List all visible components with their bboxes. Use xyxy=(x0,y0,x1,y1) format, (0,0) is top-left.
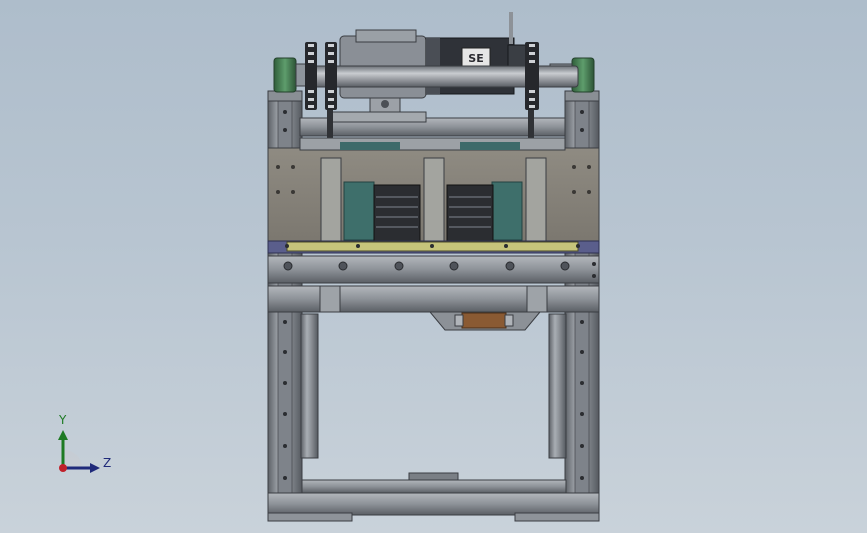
right-sprocket[interactable] xyxy=(525,42,539,110)
base-frame[interactable] xyxy=(267,472,600,522)
left-inner-upright[interactable] xyxy=(300,313,319,459)
machine-assembly-model[interactable]: SE xyxy=(0,0,867,533)
right-inner-upright[interactable] xyxy=(548,313,567,459)
y-axis-label: Y xyxy=(59,413,67,427)
left-chain xyxy=(327,110,333,142)
origin-point xyxy=(59,464,67,472)
lifting-carriage[interactable] xyxy=(267,137,600,245)
roller-rail[interactable] xyxy=(267,255,600,284)
motor-brand-badge: SE xyxy=(468,52,483,65)
z-axis-label: Z xyxy=(103,456,112,470)
right-chain xyxy=(528,110,534,142)
cad-graphics-viewport[interactable]: SE Y Z xyxy=(0,0,867,533)
cylinder-bracket[interactable] xyxy=(428,311,542,331)
lower-cross-beam[interactable] xyxy=(267,285,600,313)
